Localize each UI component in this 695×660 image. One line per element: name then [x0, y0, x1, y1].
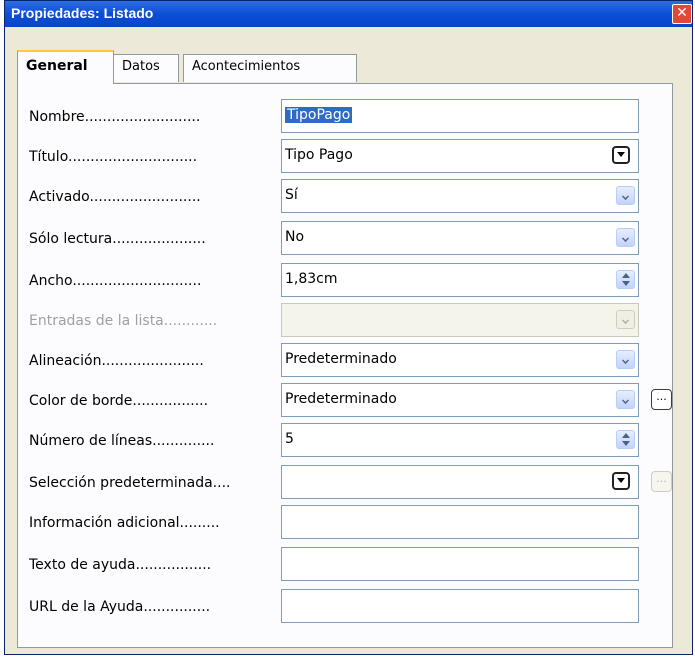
row-titulo: Título............................. Tipo…	[18, 139, 672, 175]
alineacion-label: Alineación.......................	[29, 353, 204, 369]
info-adicional-input[interactable]	[281, 505, 639, 539]
url-ayuda-label: URL de la Ayuda...............	[29, 599, 211, 615]
texto-ayuda-label: Texto de ayuda.................	[29, 557, 212, 573]
num-lineas-value: 5	[285, 431, 294, 447]
color-borde-label: Color de borde.................	[29, 393, 209, 409]
seleccion-ellipsis-button: ...	[651, 471, 672, 492]
row-color-borde: Color de borde................. Predeter…	[18, 383, 672, 419]
solo-lectura-label: Sólo lectura.....................	[29, 231, 206, 247]
num-lineas-label: Número de líneas..............	[29, 433, 215, 449]
titulo-label: Título.............................	[29, 149, 198, 165]
row-seleccion: Selección predeterminada.... ...	[18, 465, 672, 501]
nombre-value: TipoPago	[285, 107, 353, 123]
chevron-down-icon[interactable]	[616, 228, 635, 247]
tab-general[interactable]: General	[17, 50, 114, 84]
solo-lectura-select[interactable]: No	[281, 221, 639, 255]
row-url-ayuda: URL de la Ayuda...............	[18, 589, 672, 625]
seleccion-label: Selección predeterminada....	[29, 475, 231, 491]
close-button[interactable]: ✕	[672, 4, 692, 24]
window-title: Propiedades: Listado	[11, 5, 154, 21]
alineacion-select[interactable]: Predeterminado	[281, 343, 639, 377]
title-bar[interactable]: Propiedades: Listado ✕	[5, 1, 692, 27]
titulo-field[interactable]: Tipo Pago	[281, 139, 639, 173]
row-ancho: Ancho............................. 1,83c…	[18, 263, 672, 299]
nombre-label: Nombre..........................	[29, 109, 201, 125]
num-lineas-spinner[interactable]: 5	[281, 423, 639, 457]
texto-ayuda-input[interactable]	[281, 547, 639, 581]
spinner-icon[interactable]	[616, 430, 635, 449]
nombre-field[interactable]: TipoPago	[281, 99, 639, 133]
color-borde-value: Predeterminado	[285, 391, 397, 407]
seleccion-dropdown-icon[interactable]	[612, 472, 630, 490]
titulo-value: Tipo Pago	[285, 147, 353, 163]
color-borde-select[interactable]: Predeterminado	[281, 383, 639, 417]
ancho-spinner[interactable]: 1,83cm	[281, 263, 639, 297]
ancho-value: 1,83cm	[285, 271, 338, 287]
entradas-field	[281, 303, 639, 337]
row-alineacion: Alineación....................... Predet…	[18, 343, 672, 379]
url-ayuda-input[interactable]	[281, 589, 639, 623]
activado-value: Sí	[285, 187, 298, 203]
row-solo-lectura: Sólo lectura..................... No	[18, 221, 672, 257]
activado-label: Activado.........................	[29, 189, 201, 205]
row-num-lineas: Número de líneas.............. 5	[18, 423, 672, 459]
chevron-down-icon[interactable]	[616, 186, 635, 205]
row-entradas: Entradas de la lista............	[18, 303, 672, 339]
solo-lectura-value: No	[285, 229, 305, 245]
chevron-down-icon	[616, 310, 635, 329]
activado-select[interactable]: Sí	[281, 179, 639, 213]
general-panel: Nombre.......................... TipoPag…	[17, 83, 673, 648]
chevron-down-icon[interactable]	[616, 390, 635, 409]
row-texto-ayuda: Texto de ayuda.................	[18, 547, 672, 583]
ancho-label: Ancho.............................	[29, 273, 202, 289]
seleccion-field[interactable]	[281, 465, 639, 499]
chevron-down-icon[interactable]	[616, 350, 635, 369]
tab-acontecimientos[interactable]: Acontecimientos	[183, 54, 357, 82]
alineacion-value: Predeterminado	[285, 351, 397, 367]
row-info-adicional: Información adicional.........	[18, 505, 672, 541]
color-borde-ellipsis-button[interactable]: ...	[651, 389, 672, 410]
entradas-label: Entradas de la lista............	[29, 313, 218, 329]
spinner-icon[interactable]	[616, 270, 635, 289]
titulo-dropdown-icon[interactable]	[612, 146, 630, 164]
row-nombre: Nombre.......................... TipoPag…	[18, 99, 672, 135]
row-activado: Activado......................... Sí	[18, 179, 672, 215]
info-adicional-label: Información adicional.........	[29, 515, 220, 531]
tab-datos[interactable]: Datos	[113, 54, 179, 82]
